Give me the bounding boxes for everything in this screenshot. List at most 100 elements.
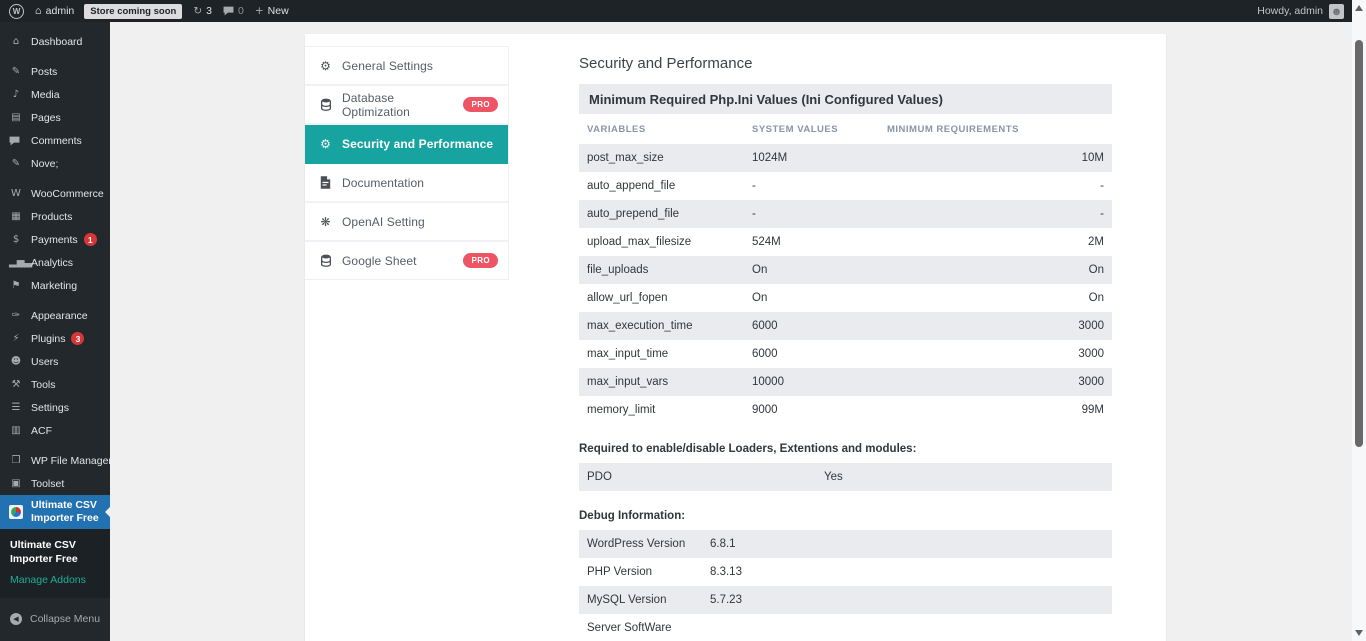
sidebar-item-acf[interactable]: ▥ ACF [0,419,110,442]
tab-database-optimization[interactable]: Database OptimizationPRO [305,86,508,125]
marketing-icon: ⚑ [9,280,23,291]
sidebar-item-dashboard[interactable]: ⌂Dashboard [0,30,110,53]
openai-icon: ❋ [318,215,333,229]
debug-row: PHP Version8.3.13 [579,558,1112,586]
debug-value: 8.3.13 [710,566,1104,578]
sidebar-item-settings[interactable]: ☰Settings [0,396,110,419]
posts-icon: ✎ [9,158,23,169]
scrollbar-thumb[interactable] [1355,40,1363,447]
sidebar-item-label: Marketing [31,280,77,292]
analytics-icon: ▂▅▃ [9,257,23,268]
toolset-icon: ▣ [9,478,23,489]
sidebar-item-nove[interactable]: ✎ Nove; [0,152,110,175]
scrollbar-up-arrow-icon[interactable] [1355,5,1363,11]
sidebar-item-label: Media [31,89,60,101]
admin-bar: W ⌂ admin Store coming soon ↻ 3 0 + New … [0,0,1352,22]
updates-menu[interactable]: ↻ 3 [193,5,212,17]
variable-name: upload_max_filesize [587,236,752,248]
column-system-values: SYSTEM VALUES [752,124,887,135]
debug-label: Server SoftWare [587,622,710,634]
tab-security-and-performance[interactable]: ⚙Security and Performance [305,125,508,164]
debug-value: 6.8.1 [710,538,1104,550]
sidebar-item-label: Nove; [31,158,58,170]
gear-outline-icon: ⚙ [318,137,333,151]
sidebar-item-users[interactable]: ☻ Users [0,350,110,373]
system-value: 10000 [752,376,887,388]
sidebar-item-ultimate-csv-importer[interactable]: Ultimate CSV Importer Free [0,495,110,529]
comments-menu[interactable]: 0 [223,5,244,17]
ini-table-row: post_max_size1024M10M [579,144,1112,172]
system-value: 6000 [752,348,887,360]
users-icon: ☻ [9,356,23,367]
count-badge: 3 [71,332,84,345]
page-scrollbar[interactable] [1352,0,1366,641]
sidebar-item-plugins[interactable]: ⚡Plugins3 [0,327,110,350]
ini-table-row: auto_prepend_file-- [579,200,1112,228]
file-icon [318,176,333,189]
variable-name: allow_url_fopen [587,292,752,304]
acf-icon: ▥ [9,425,23,436]
sidebar-item-toolset[interactable]: ▣Toolset [0,472,110,495]
submenu-item-manage-addons[interactable]: Manage Addons [0,570,110,590]
sidebar-item-analytics[interactable]: ▂▅▃Analytics [0,251,110,274]
tab-general-settings[interactable]: ⚙General Settings [305,47,508,86]
file-manager-icon: ❒ [9,455,23,466]
minimum-requirement: 99M [887,404,1104,416]
sidebar-item-woocommerce[interactable]: WWooCommerce [0,182,110,205]
scrollbar-down-arrow-icon[interactable] [1355,630,1363,636]
sidebar-item-label: Comments [31,135,82,147]
coming-soon-badge[interactable]: Store coming soon [84,4,182,19]
sidebar-item-payments[interactable]: $Payments1 [0,228,110,251]
sidebar-item-pages[interactable]: ▤Pages [0,106,110,129]
sidebar-item-tools[interactable]: ⚒Tools [0,373,110,396]
sidebar-item-marketing[interactable]: ⚑ Marketing [0,274,110,297]
sidebar-item-posts[interactable]: ✎Posts [0,60,110,83]
tab-openai-setting[interactable]: ❋ OpenAI Setting [305,203,508,242]
system-value: On [752,264,887,276]
plugin-settings-tabs: ⚙General SettingsDatabase OptimizationPR… [305,46,509,280]
sidebar-item-label: Tools [31,379,56,391]
minimum-requirement: - [887,208,1104,220]
avatar[interactable]: ☻ [1329,4,1344,19]
database-icon [318,98,333,111]
ini-table-header: Minimum Required Php.Ini Values (Ini Con… [579,84,1112,114]
howdy-text[interactable]: Howdy, admin [1257,5,1323,17]
tab-label: OpenAI Setting [342,215,425,229]
sidebar-item-comments[interactable]: Comments [0,129,110,152]
submenu-item-ultimate-csv-importer[interactable]: Ultimate CSV Importer Free [0,535,110,570]
wordpress-logo-icon[interactable]: W [9,4,24,19]
sidebar-item-label: WooCommerce [31,188,104,200]
loaders-table-rows: PDOYes [579,463,1112,491]
appearance-icon: ✑ [9,310,23,321]
loader-name: PDO [587,471,824,483]
loaders-section-title: Required to enable/disable Loaders, Exte… [579,443,1112,455]
variable-name: max_input_vars [587,376,752,388]
sidebar-item-label: Appearance [31,310,88,322]
variable-name: max_execution_time [587,320,752,332]
minimum-requirement: 3000 [887,348,1104,360]
debug-label: MySQL Version [587,594,710,606]
sidebar-item-media[interactable]: ♪Media [0,83,110,106]
pages-icon: ▤ [9,112,23,123]
sidebar-item-appearance[interactable]: ✑ Appearance [0,304,110,327]
debug-value: 5.7.23 [710,594,1104,606]
collapse-menu-label: Collapse Menu [30,613,100,625]
sidebar-item-products[interactable]: ▦Products [0,205,110,228]
sidebar-item-wp-file-manager[interactable]: ❒WP File Manager [0,449,110,472]
csv-item-line1: Ultimate CSV [31,499,97,511]
tab-documentation[interactable]: Documentation [305,164,508,203]
new-label: New [268,5,289,17]
variable-name: max_input_time [587,348,752,360]
site-menu[interactable]: ⌂ admin [35,5,74,17]
sidebar-item-label: ACF [31,425,52,437]
tab-google-sheet[interactable]: Google SheetPRO [305,242,508,279]
ini-table-row: file_uploadsOnOn [579,256,1112,284]
minimum-requirement: 3000 [887,376,1104,388]
plus-icon: + [255,5,264,17]
minimum-requirement: 2M [887,236,1104,248]
collapse-menu-button[interactable]: ◀ Collapse Menu [0,607,110,630]
sidebar-item-label: Users [31,356,58,368]
new-menu[interactable]: + New [255,5,289,17]
gear-icon: ⚙ [318,59,333,73]
ini-table-rows: post_max_size1024M10Mauto_append_file--a… [579,144,1112,424]
